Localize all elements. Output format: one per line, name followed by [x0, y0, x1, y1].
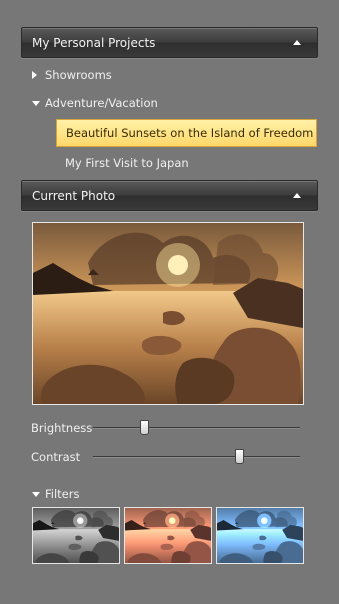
tree-item-label: Adventure/Vacation [45, 96, 158, 110]
current-photo [32, 222, 304, 405]
projects-panel-title: My Personal Projects [32, 35, 156, 50]
caret-right-icon[interactable] [32, 71, 45, 79]
projects-panel-header[interactable]: My Personal Projects [21, 27, 318, 58]
current-photo-panel-header[interactable]: Current Photo [21, 180, 318, 211]
sepia-filter-preview [125, 508, 212, 564]
filters-toggle[interactable]: Filters [32, 485, 79, 503]
filter-thumbnail-blue[interactable] [216, 507, 304, 564]
caret-down-icon[interactable] [32, 100, 45, 106]
tree-item-first-visit-japan[interactable]: My First Visit to Japan [56, 149, 317, 177]
filter-thumbnail-sepia[interactable] [124, 507, 212, 564]
tree-item-label: My First Visit to Japan [65, 156, 189, 170]
tree-item-adventure-vacation[interactable]: Adventure/Vacation [32, 94, 158, 112]
tree-item-beautiful-sunsets[interactable]: Beautiful Sunsets on the Island of Freed… [56, 119, 317, 147]
chevron-up-icon[interactable] [285, 181, 309, 210]
grayscale-filter-preview [33, 508, 120, 564]
brightness-slider-thumb[interactable] [140, 420, 150, 435]
brightness-slider-track[interactable] [93, 427, 300, 429]
blue-filter-preview [217, 508, 304, 564]
brightness-label: Brightness [31, 421, 93, 435]
sunset-photo-image [33, 223, 303, 404]
contrast-slider-thumb[interactable] [235, 449, 245, 464]
chevron-up-icon[interactable] [285, 28, 309, 57]
caret-down-icon[interactable] [32, 491, 45, 497]
contrast-label: Contrast [31, 450, 81, 464]
tree-item-showrooms[interactable]: Showrooms [32, 66, 112, 84]
tree-item-label: Showrooms [45, 68, 112, 82]
filter-thumbnail-grayscale[interactable] [32, 507, 120, 564]
tree-item-label: Beautiful Sunsets on the Island of Freed… [66, 126, 314, 140]
contrast-slider-track[interactable] [93, 456, 300, 458]
current-photo-panel-title: Current Photo [32, 188, 116, 203]
filters-label: Filters [45, 487, 80, 501]
